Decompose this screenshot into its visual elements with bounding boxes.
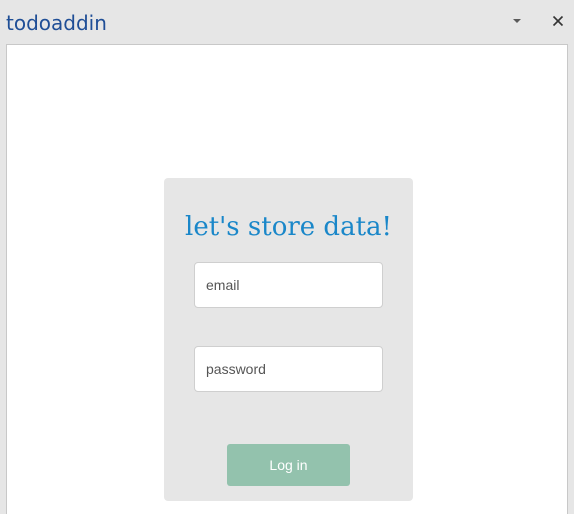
caret-down-icon [513, 19, 521, 23]
pane-options-button[interactable] [504, 8, 530, 34]
close-icon [552, 15, 564, 27]
login-button[interactable]: Log in [227, 444, 350, 486]
task-pane-header: todoaddin [0, 0, 574, 44]
email-field[interactable] [194, 262, 383, 308]
login-heading: let's store data! [185, 212, 392, 242]
task-pane: todoaddin let's store data! Log in [0, 0, 574, 514]
task-pane-title: todoaddin [6, 11, 107, 35]
login-card: let's store data! Log in [164, 178, 413, 501]
pane-close-button[interactable] [545, 8, 571, 34]
password-field[interactable] [194, 346, 383, 392]
addin-content: let's store data! Log in [6, 44, 568, 514]
